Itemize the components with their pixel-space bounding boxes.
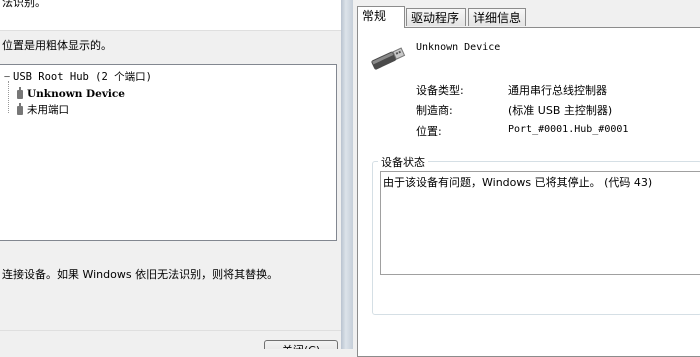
header-text: 法识别。 — [2, 0, 46, 9]
tree-item-root-hub[interactable]: − USB Root Hub (2 个端口) — [1, 69, 152, 85]
usb-device-icon — [17, 86, 23, 99]
tree-connector — [8, 81, 9, 113]
tree-item-unknown-device[interactable]: Unknown Device — [11, 86, 125, 102]
tree-item-label: USB Root Hub (2 个端口) — [13, 71, 152, 83]
device-tree[interactable]: − USB Root Hub (2 个端口) Unknown Device 未用端… — [0, 64, 337, 241]
device-manager-dialog: 法识别。 位置是用粗体显示的。 − USB Root Hub (2 个端口) Un… — [0, 0, 341, 349]
device-type-value: 通用串行总线控制器 — [508, 84, 607, 97]
usb-port-icon — [17, 102, 23, 115]
tab-driver[interactable]: 驱动程序 — [406, 8, 466, 26]
divider — [0, 330, 341, 331]
manufacturer-value: (标准 USB 主控制器) — [508, 104, 613, 117]
bold-location-hint: 位置是用粗体显示的。 — [2, 39, 112, 52]
tree-item-unused-port[interactable]: 未用端口 — [11, 102, 69, 118]
general-tab-panel: Unknown Device 设备类型: 通用串行总线控制器 制造商: (标准 … — [357, 27, 700, 357]
device-properties-dialog: 常规 驱动程序 详细信息 Unknown Device 设备类型: 通用串行总线… — [353, 0, 700, 357]
replace-hint: 连接设备。如果 Windows 依旧无法识别，则将其替换。 — [2, 268, 279, 281]
tree-item-label: Unknown Device — [27, 88, 125, 100]
device-name: Unknown Device — [416, 42, 501, 53]
manufacturer-label: 制造商: — [416, 104, 453, 117]
device-type-label: 设备类型: — [416, 84, 464, 97]
location-value: Port_#0001.Hub_#0001 — [508, 124, 629, 135]
close-button[interactable]: 关闭(C) — [264, 340, 338, 349]
tab-details[interactable]: 详细信息 — [468, 8, 526, 26]
device-status-legend: 设备状态 — [378, 154, 428, 170]
tree-item-label: 未用端口 — [27, 104, 69, 116]
device-status-textbox[interactable]: 由于该设备有问题，Windows 已将其停止。 (代码 43) — [380, 171, 700, 275]
location-label: 位置: — [416, 125, 442, 138]
tab-general[interactable]: 常规 — [357, 6, 405, 28]
device-status-text: 由于该设备有问题，Windows 已将其停止。 (代码 43) — [383, 176, 653, 189]
collapse-icon[interactable]: − — [1, 69, 13, 85]
usb-plug-icon — [371, 47, 406, 70]
header-area: 法识别。 — [0, 0, 341, 31]
window-separator — [341, 0, 353, 349]
